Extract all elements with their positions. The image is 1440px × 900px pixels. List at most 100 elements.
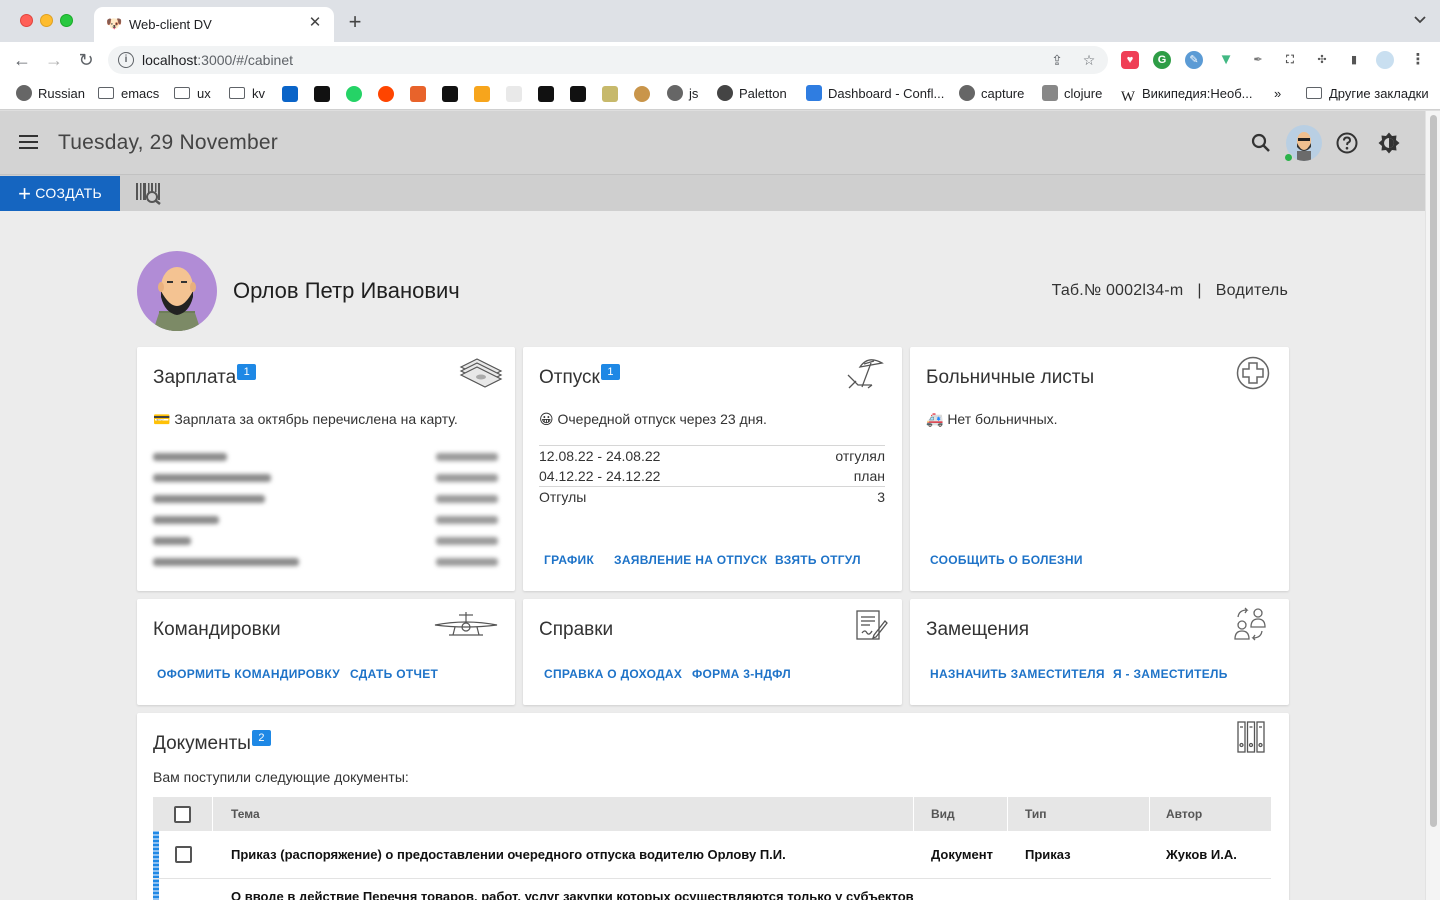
bookmarks-overflow-button[interactable]: » [1274,85,1281,103]
column-author[interactable]: Автор [1166,797,1202,831]
bookmark-folder-ux[interactable]: ux [174,85,211,103]
form-3ndfl-link[interactable]: ФОРМА 3-НДФЛ [692,667,791,681]
salary-blurred-row [153,554,498,570]
sick-leave-title: Больничные листы [926,367,1095,388]
table-row[interactable]: О вводе в действие Перечня товаров, рабо… [153,879,1271,900]
confluence-icon [806,85,822,101]
salary-blurred-row [153,491,498,507]
window-zoom-button[interactable] [60,14,73,27]
bookmark-russian[interactable]: Russian [16,85,85,103]
dog-bookmark-icon[interactable] [634,86,650,102]
cabinet-content: Орлов Петр Иванович Таб.№ 0002l34-m | Води… [0,211,1425,900]
medium-bookmark-icon[interactable] [570,86,586,102]
substitutions-title: Замещения [926,619,1030,640]
bookmark-capture[interactable]: capture [959,85,1024,103]
browser-toolbar: ← → ↻ i localhost:3000/#/cabinet ⇪ ☆ ♥ G… [0,42,1440,78]
take-day-off-link[interactable]: ВЗЯТЬ ОТГУЛ [775,553,861,567]
search-icon[interactable] [1249,131,1273,155]
m-bookmark-icon[interactable] [538,86,554,102]
folder-icon [174,87,190,99]
screenshot-extension-icon[interactable]: ⛶ [1281,51,1299,69]
row-subject[interactable]: Приказ (распоряжение) о предоставлении о… [231,831,786,878]
eyedropper-extension-icon[interactable]: ✒ [1249,51,1267,69]
bookmark-clojure[interactable]: clojure [1042,85,1102,103]
bookmark-folder-emacs[interactable]: emacs [98,85,159,103]
arrange-trip-link[interactable]: ОФОРМИТЬ КОМАНДИРОВКУ [157,667,340,681]
report-illness-link[interactable]: СООБЩИТЬ О БОЛЕЗНИ [930,553,1083,567]
salary-blurred-row [153,533,498,549]
browser-menu-icon[interactable]: ⋮ [1409,51,1427,69]
side-panel-icon[interactable]: ▮ [1345,51,1363,69]
outlook-bookmark-icon[interactable] [282,86,298,102]
row-subject[interactable]: О вводе в действие Перечня товаров, рабо… [231,879,914,900]
address-url[interactable]: localhost:3000/#/cabinet [142,52,293,68]
forward-arrow-icon[interactable]: → [42,48,66,72]
window-minimize-button[interactable] [40,14,53,27]
binders-icon [1237,721,1267,755]
extensions-puzzle-icon[interactable]: ✣ [1313,51,1331,69]
clojure-icon [1042,85,1058,101]
site-info-icon[interactable]: i [118,52,134,68]
folder-icon [229,87,245,99]
bookmark-paletton[interactable]: Paletton [717,85,787,103]
medical-cross-icon [1235,355,1275,390]
vacation-request-link[interactable]: ЗАЯВЛЕНИЕ НА ОТПУСК [614,553,767,567]
bookmark-folder-kv[interactable]: kv [229,85,265,103]
salary-title: Зарплата 1 [153,364,257,389]
yc-bookmark-icon[interactable] [506,86,522,102]
share-bookmark-icon[interactable] [474,86,490,102]
income-certificate-link[interactable]: СПРАВКА О ДОХОДАХ [544,667,682,681]
reload-icon[interactable]: ↻ [74,48,98,72]
column-subject[interactable]: Тема [231,797,260,831]
help-icon[interactable] [1335,131,1359,155]
documents-table-header: Тема Вид Тип Автор [153,797,1271,831]
grammarly-extension-icon[interactable]: G [1153,51,1171,69]
window-close-button[interactable] [20,14,33,27]
column-kind[interactable]: Вид [931,797,955,831]
bookmark-js[interactable]: js [667,85,698,103]
documents-subtitle: Вам поступили следующие документы: [153,769,409,785]
swap-users-icon [1233,607,1273,641]
bookmark-folder-other[interactable]: Другие закладки [1306,85,1429,103]
employee-name: Орлов Петр Иванович [233,278,460,303]
whatsapp-bookmark-icon[interactable] [346,86,362,102]
tab-close-icon[interactable]: ✕ [306,14,324,32]
submit-report-link[interactable]: СДАТЬ ОТЧЕТ [350,667,438,681]
barcode-scan-icon[interactable] [134,181,164,205]
page-scrollbar[interactable] [1425,111,1440,900]
column-type[interactable]: Тип [1025,797,1047,831]
pocket-extension-icon[interactable]: ♥ [1121,51,1139,69]
address-bar[interactable]: i localhost:3000/#/cabinet ⇪ ☆ [108,46,1108,74]
share-icon[interactable]: ⇪ [1048,51,1066,69]
theme-toggle-icon[interactable] [1377,131,1401,155]
sick-leave-notice: 🚑 Нет больничных. [926,411,1058,427]
menu-hamburger-icon[interactable] [19,135,38,149]
dev-extension-icon[interactable]: ✎ [1185,51,1203,69]
bookmark-dashboard[interactable]: Dashboard - Confl... [806,85,944,103]
vacation-schedule-link[interactable]: ГРАФИК [544,553,594,567]
terminal-bookmark-icon[interactable] [442,86,458,102]
row-checkbox[interactable] [174,846,192,863]
beach-umbrella-icon [846,355,886,389]
bookmark-star-icon[interactable]: ☆ [1080,51,1098,69]
back-arrow-icon[interactable]: ← [10,48,34,72]
globe-icon [667,85,683,101]
salary-card: Зарплата 1 💳 Зарплата за октябрь перечисл… [137,347,515,591]
tab-search-chevron-icon[interactable] [1414,13,1426,27]
profile-avatar-icon[interactable] [1376,51,1394,69]
browser-tab-active[interactable]: 🐶 Web-client DV ✕ [94,7,334,42]
scrollbar-thumb[interactable] [1430,115,1437,827]
money-stack-icon [459,355,503,389]
table-row[interactable]: Приказ (распоряжение) о предоставлении о… [153,831,1271,879]
bookmark-wikipedia[interactable]: W Википедия:Необ... [1120,85,1253,105]
vue-devtools-icon[interactable]: ▼ [1217,51,1235,69]
assign-deputy-link[interactable]: НАЗНАЧИТЬ ЗАМЕСТИТЕЛЯ [930,667,1105,681]
bars-bookmark-icon[interactable] [602,86,618,102]
c-bookmark-icon[interactable] [314,86,330,102]
i-am-deputy-link[interactable]: Я - ЗАМЕСТИТЕЛЬ [1113,667,1228,681]
new-tab-button[interactable]: + [344,11,366,33]
reddit-bookmark-icon[interactable] [378,86,394,102]
create-button[interactable]: + СОЗДАТЬ [0,176,120,211]
select-all-checkbox[interactable] [174,805,191,823]
orange-bookmark-icon[interactable] [410,86,426,102]
